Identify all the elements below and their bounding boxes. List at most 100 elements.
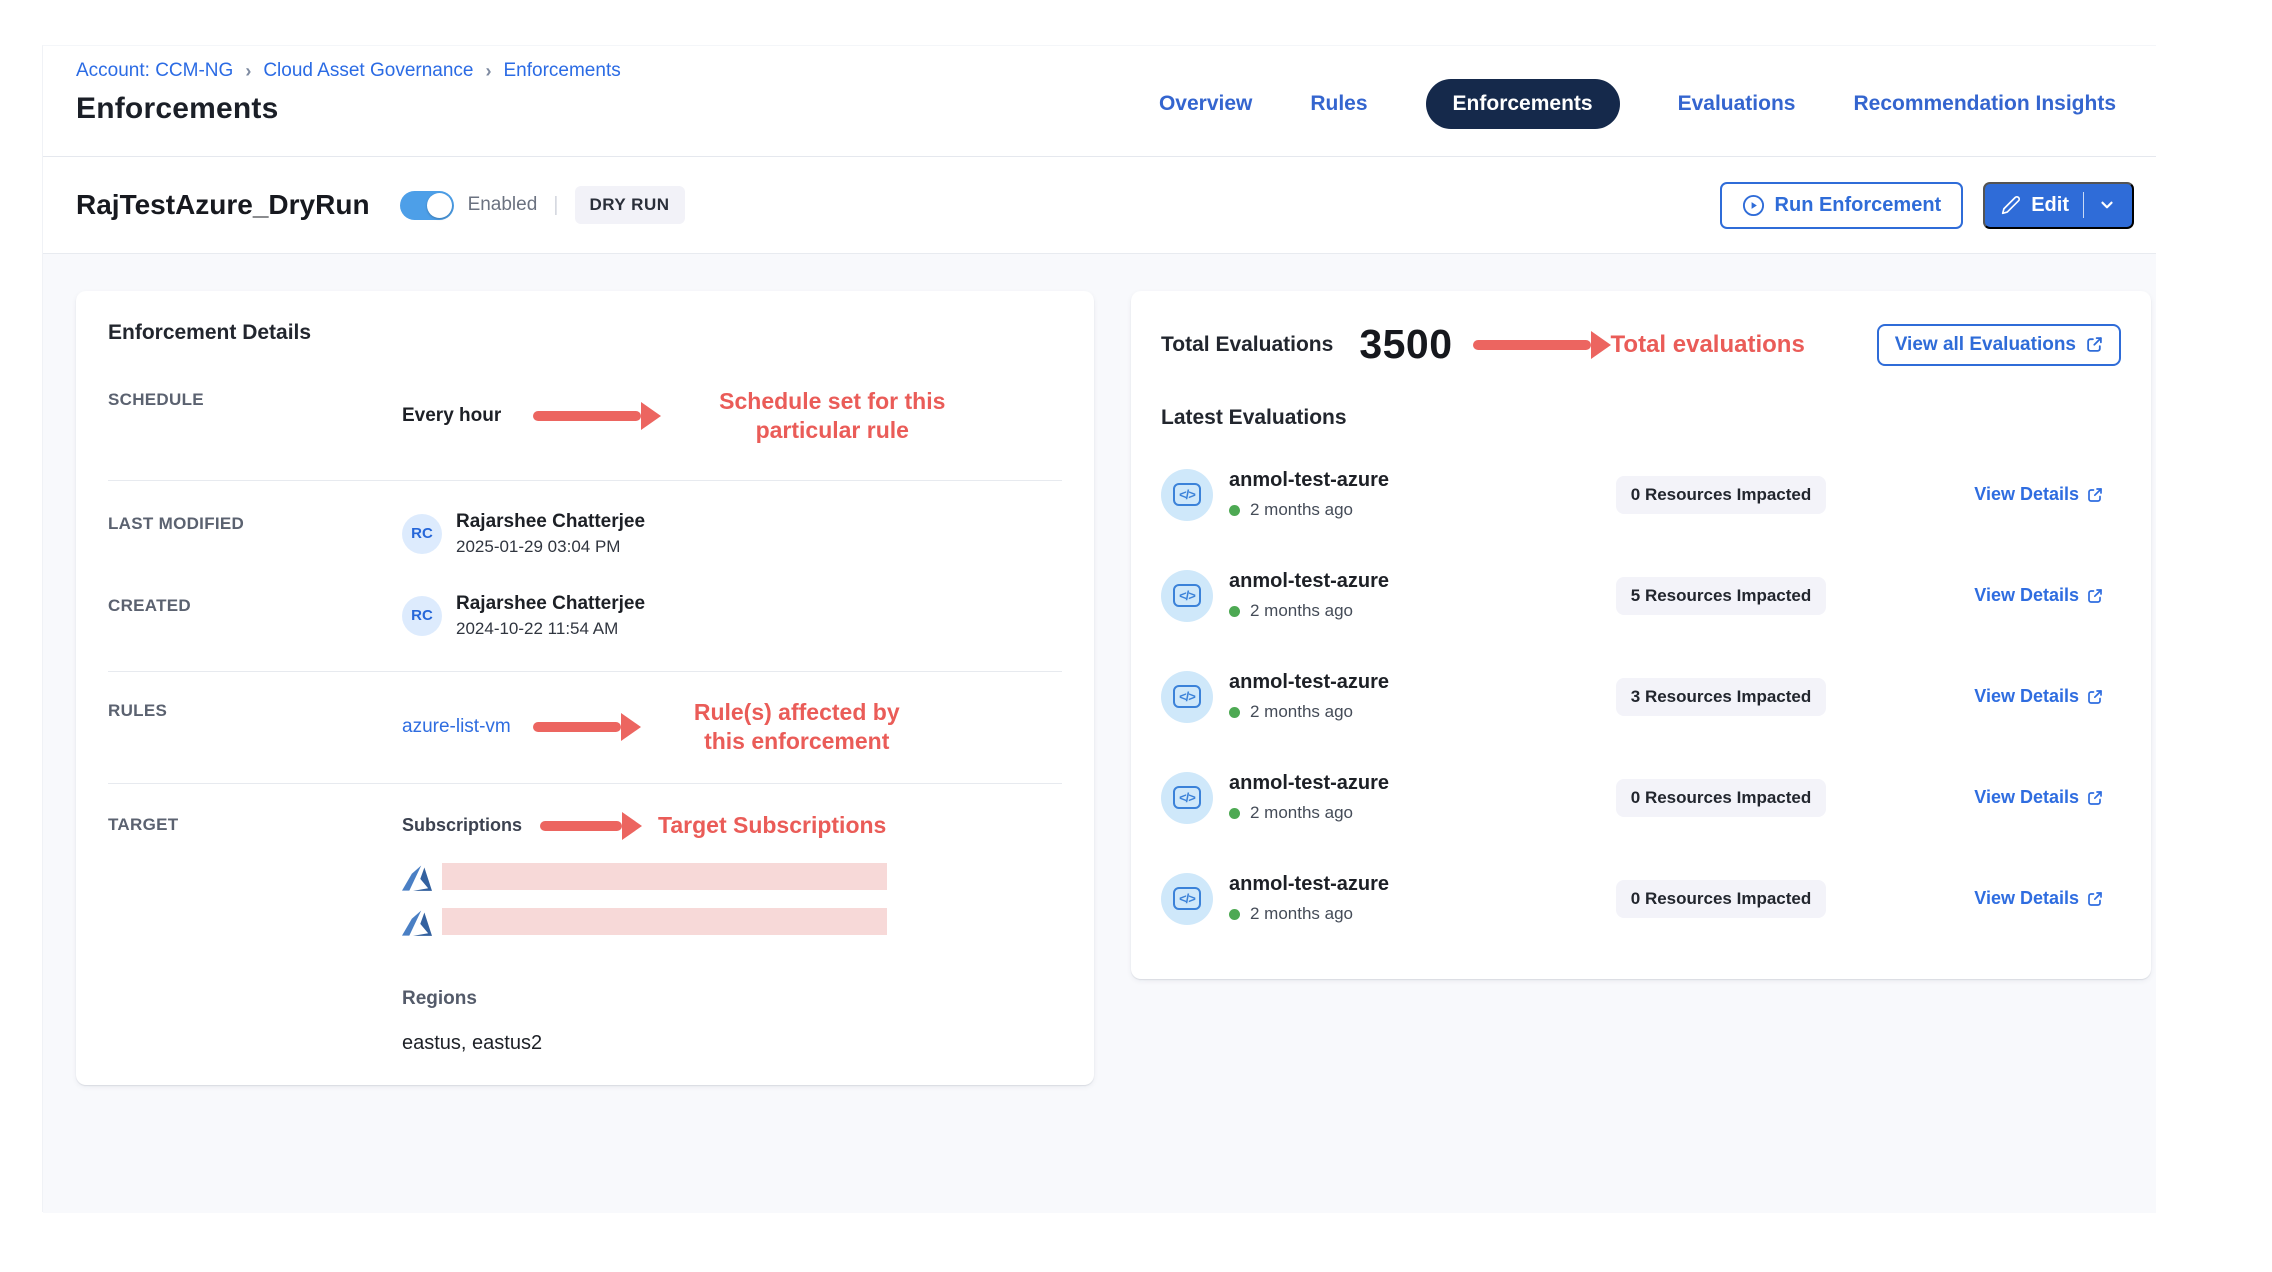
tab-enforcements[interactable]: Enforcements xyxy=(1426,79,1620,129)
resources-impacted-badge: 0 Resources Impacted xyxy=(1616,476,1826,514)
governance-rule-icon: </> xyxy=(1161,873,1213,925)
divider xyxy=(108,671,1062,672)
status-dot xyxy=(1229,808,1240,819)
view-details-link[interactable]: View Details xyxy=(1974,787,2121,808)
evaluation-time: 2 months ago xyxy=(1250,500,1353,520)
button-divider xyxy=(2083,192,2084,218)
divider xyxy=(108,783,1062,784)
evaluation-time: 2 months ago xyxy=(1250,702,1353,722)
enabled-toggle[interactable] xyxy=(400,191,454,220)
last-modified-row: LAST MODIFIED RC Rajarshee Chatterjee 20… xyxy=(108,511,1062,557)
evaluation-name: anmol-test-azure xyxy=(1229,671,1389,694)
evaluation-time: 2 months ago xyxy=(1250,601,1353,621)
annotation-arrow xyxy=(1473,331,1611,359)
created-row: CREATED RC Rajarshee Chatterjee 2024-10-… xyxy=(108,593,1062,639)
resources-impacted-badge: 0 Resources Impacted xyxy=(1616,880,1826,918)
resources-impacted-badge: 5 Resources Impacted xyxy=(1616,577,1826,615)
breadcrumb-account[interactable]: Account: CCM-NG xyxy=(76,60,233,82)
view-details-link[interactable]: View Details xyxy=(1974,686,2121,707)
view-all-label: View all Evaluations xyxy=(1895,334,2076,356)
view-details-link[interactable]: View Details xyxy=(1974,484,2121,505)
view-details-link[interactable]: View Details xyxy=(1974,888,2121,909)
azure-icon xyxy=(402,907,432,936)
rules-label: RULES xyxy=(108,698,402,721)
avatar: RC xyxy=(402,596,442,636)
redacted-subscription-id xyxy=(442,908,887,935)
breadcrumb-enforcements[interactable]: Enforcements xyxy=(504,60,621,82)
created-date: 2024-10-22 11:54 AM xyxy=(456,619,645,639)
subscription-item xyxy=(402,862,1062,891)
breadcrumb-separator: › xyxy=(486,61,492,82)
total-evaluations-value: 3500 xyxy=(1359,321,1452,368)
edit-button[interactable]: Edit xyxy=(1983,182,2134,229)
evaluation-name: anmol-test-azure xyxy=(1229,772,1389,795)
rules-annotation: Rule(s) affected by this enforcement xyxy=(667,698,927,757)
azure-icon xyxy=(402,862,432,891)
run-enforcement-button[interactable]: Run Enforcement xyxy=(1720,182,1964,229)
external-link-icon xyxy=(2087,891,2103,907)
content-area: Enforcement Details SCHEDULE Every hour … xyxy=(43,253,2156,1213)
total-evaluations-label: Total Evaluations xyxy=(1161,333,1333,357)
status-dot xyxy=(1229,505,1240,516)
pencil-icon xyxy=(2001,195,2021,215)
resources-impacted-badge: 0 Resources Impacted xyxy=(1616,779,1826,817)
governance-rule-icon: </> xyxy=(1161,469,1213,521)
divider xyxy=(108,480,1062,481)
tab-bar: Overview Rules Enforcements Evaluations … xyxy=(1159,79,2116,129)
evaluation-list: </> anmol-test-azure 2 months ago 0 Reso… xyxy=(1161,444,2121,949)
rules-row: RULES azure-list-vm Rule(s) affected by … xyxy=(108,698,1062,757)
created-label: CREATED xyxy=(108,593,402,616)
regions-value: eastus, eastus2 xyxy=(402,1032,1062,1055)
schedule-value: Every hour xyxy=(402,405,501,427)
external-link-icon xyxy=(2086,336,2103,353)
details-heading: Enforcement Details xyxy=(108,321,1062,345)
created-by-name: Rajarshee Chatterjee xyxy=(456,593,645,615)
avatar: RC xyxy=(402,514,442,554)
tab-rules[interactable]: Rules xyxy=(1310,92,1367,116)
subscription-item xyxy=(402,907,1062,936)
redacted-subscription-id xyxy=(442,863,887,890)
rule-link[interactable]: azure-list-vm xyxy=(402,716,511,738)
evaluation-row: </> anmol-test-azure 2 months ago 0 Reso… xyxy=(1161,444,2121,545)
status-dot xyxy=(1229,606,1240,617)
status-dot xyxy=(1229,909,1240,920)
view-all-evaluations-button[interactable]: View all Evaluations xyxy=(1877,324,2121,366)
governance-rule-icon: </> xyxy=(1161,570,1213,622)
external-link-icon xyxy=(2087,689,2103,705)
evaluation-row: </> anmol-test-azure 2 months ago 5 Reso… xyxy=(1161,545,2121,646)
enforcement-detail-page: Account: CCM-NG › Cloud Asset Governance… xyxy=(42,45,2156,1212)
schedule-row: SCHEDULE Every hour Schedule set for thi… xyxy=(108,387,1062,446)
toggle-knob xyxy=(427,193,452,218)
enforcement-name: RajTestAzure_DryRun xyxy=(76,189,370,221)
breadcrumb-governance[interactable]: Cloud Asset Governance xyxy=(263,60,473,82)
chevron-down-icon[interactable] xyxy=(2098,196,2116,214)
regions-label: Regions xyxy=(402,988,1062,1010)
breadcrumb-separator: › xyxy=(245,61,251,82)
evaluation-row: </> anmol-test-azure 2 months ago 3 Reso… xyxy=(1161,646,2121,747)
annotation-arrow xyxy=(533,713,641,741)
tab-evaluations[interactable]: Evaluations xyxy=(1678,92,1796,116)
target-row: TARGET Subscriptions Target Subscription… xyxy=(108,812,1062,1055)
evaluation-name: anmol-test-azure xyxy=(1229,570,1389,593)
view-details-link[interactable]: View Details xyxy=(1974,585,2121,606)
annotation-arrow xyxy=(533,402,661,430)
governance-rule-icon: </> xyxy=(1161,772,1213,824)
edit-label: Edit xyxy=(2031,194,2069,217)
evaluations-card: Total Evaluations 3500 Total evaluations… xyxy=(1131,291,2151,979)
dry-run-badge: DRY RUN xyxy=(575,186,685,224)
last-modified-label: LAST MODIFIED xyxy=(108,511,402,534)
evaluation-name: anmol-test-azure xyxy=(1229,873,1389,896)
status-dot xyxy=(1229,707,1240,718)
evaluation-row: </> anmol-test-azure 2 months ago 0 Reso… xyxy=(1161,848,2121,949)
page-header: Account: CCM-NG › Cloud Asset Governance… xyxy=(43,46,2156,156)
annotation-arrow xyxy=(540,812,642,840)
target-annotation: Target Subscriptions xyxy=(658,812,886,839)
enabled-label: Enabled xyxy=(468,194,538,216)
evaluation-time: 2 months ago xyxy=(1250,904,1353,924)
evaluation-name: anmol-test-azure xyxy=(1229,469,1389,492)
tab-overview[interactable]: Overview xyxy=(1159,92,1252,116)
external-link-icon xyxy=(2087,487,2103,503)
tab-recommendation-insights[interactable]: Recommendation Insights xyxy=(1853,92,2116,116)
schedule-annotation: Schedule set for this particular rule xyxy=(687,387,977,446)
modified-by-name: Rajarshee Chatterjee xyxy=(456,511,645,533)
